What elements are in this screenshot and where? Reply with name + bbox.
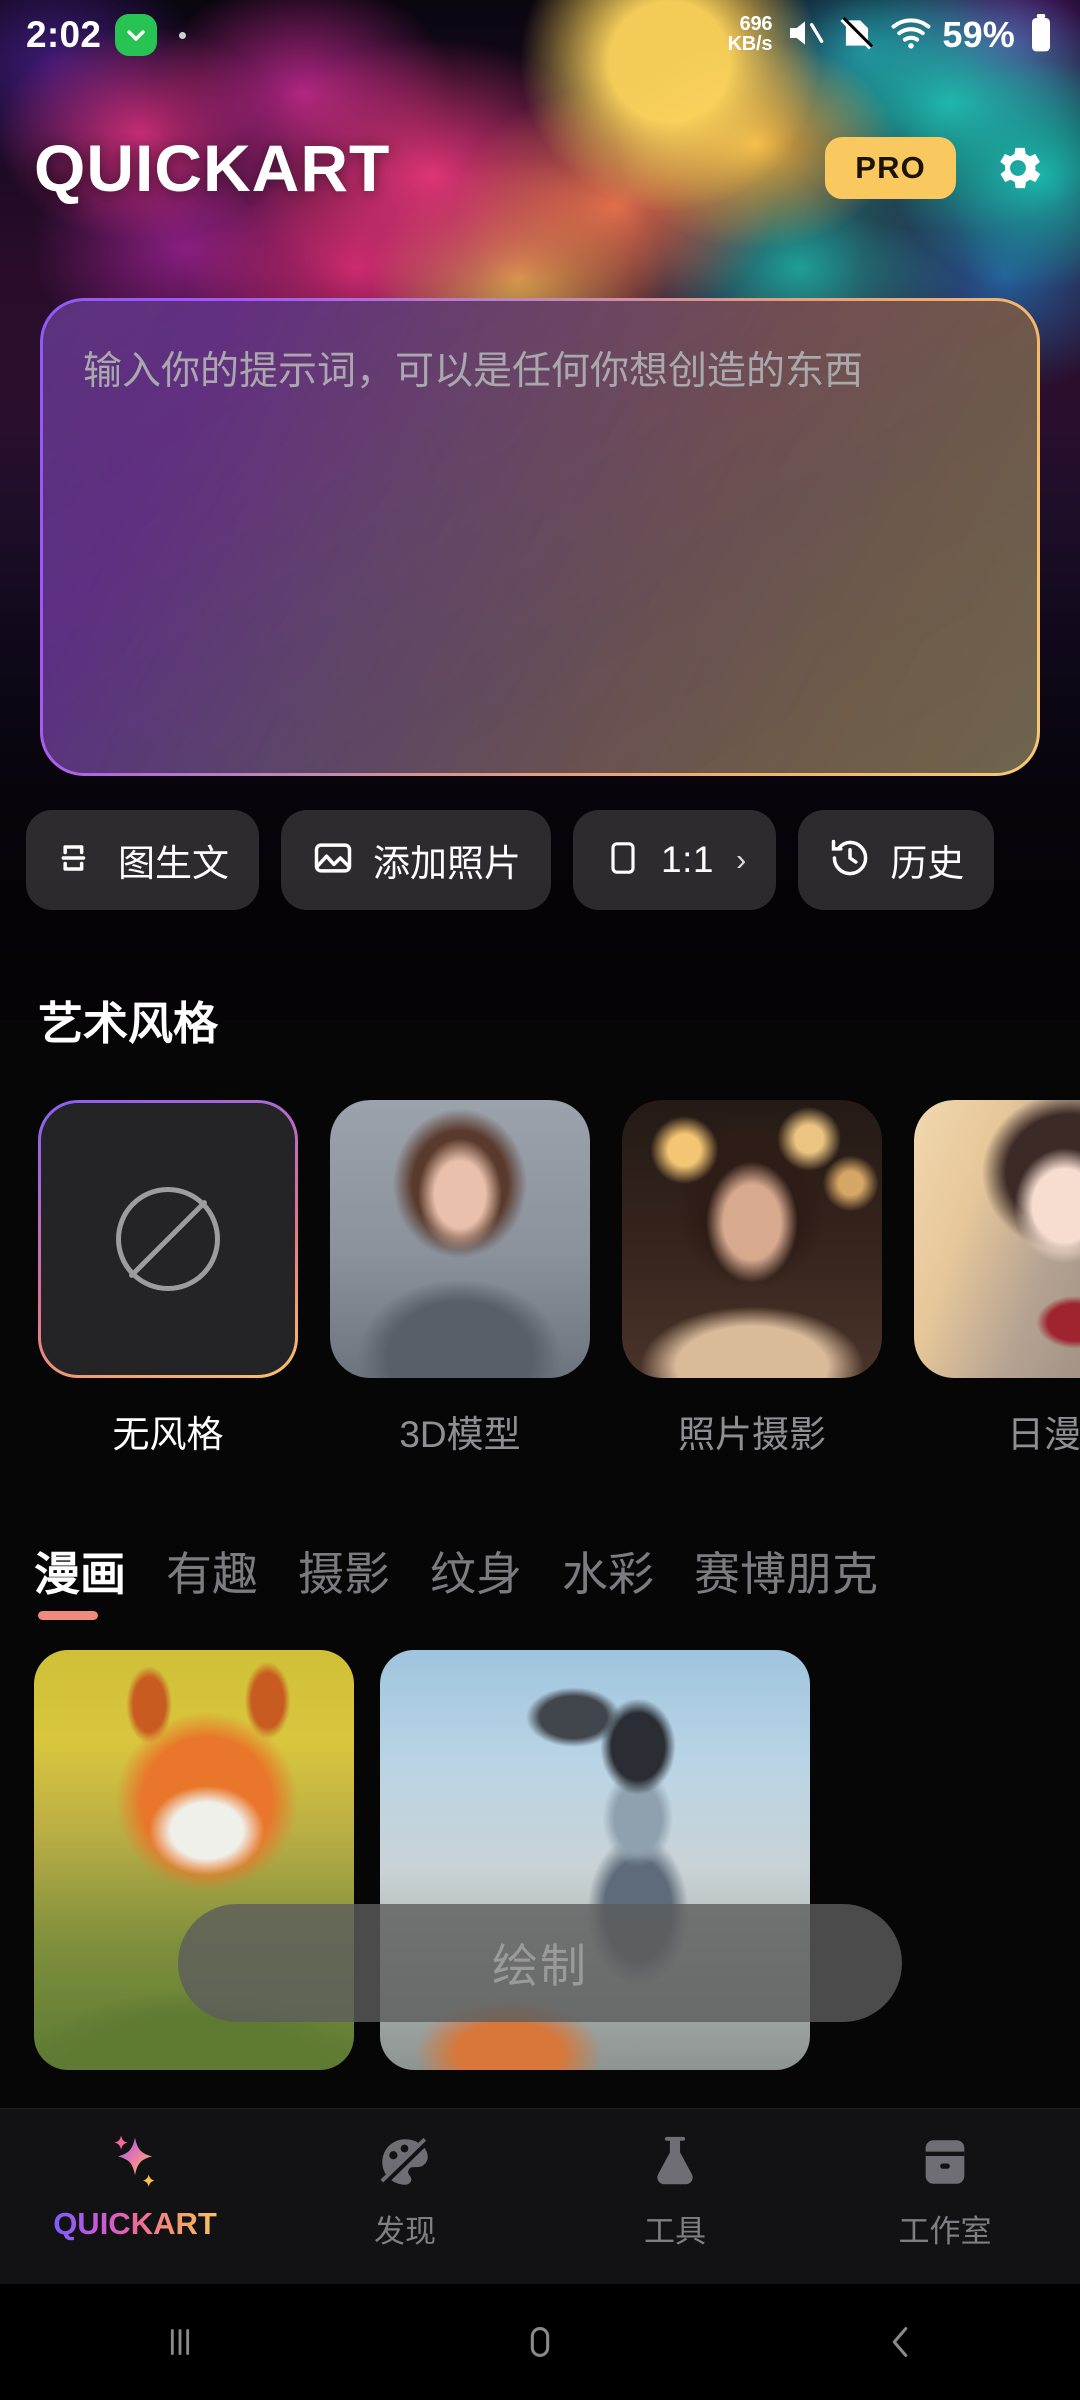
no-style-icon [116,1187,220,1291]
chip-label: 1:1 [661,839,714,880]
tab-label: 水彩 [562,1548,654,1600]
chip-label: 历史 [890,843,965,884]
tab-label: 有趣 [166,1548,258,1600]
nav-item-tools[interactable]: 工具 [540,2131,810,2251]
palette-icon [374,2131,436,2193]
style-item-no-style[interactable]: 无风格 [38,1100,298,1458]
battery-icon [1028,13,1054,58]
style-thumbnail[interactable] [622,1100,882,1378]
chip-label: 添加照片 [373,843,521,884]
flask-icon [644,2131,706,2193]
tab-active-underline [38,1611,98,1620]
tab-label: 漫画 [34,1548,126,1600]
style-thumbnail-face [41,1103,295,1375]
style-label: 无风格 [112,1414,224,1455]
prompt-action-chip-row: 图生文 添加照片 1:1 › 历史 [26,810,995,910]
app-root: 2:02 696 KB/s 59% QUICKART PRO 输入你的提示词，可… [0,0,1080,2400]
gear-icon[interactable] [990,140,1046,196]
tab-watercolor[interactable]: 水彩 [562,1538,654,1620]
nav-label: 工作室 [898,2214,992,2249]
draw-button[interactable]: 绘制 [178,1904,902,2022]
no-sim-icon [838,14,876,57]
chip-add-photo[interactable]: 添加照片 [281,810,551,910]
history-icon [828,836,872,885]
style-label: 照片摄影 [678,1414,826,1455]
chip-aspect-ratio[interactable]: 1:1 › [573,810,777,910]
bottom-navigation-bar: QUICKART 发现 工具 工作室 [0,2108,1080,2284]
style-label: 日漫 [1007,1414,1080,1455]
status-bar-left: 2:02 [26,14,187,56]
nav-label: 发现 [374,2214,436,2249]
tab-photography[interactable]: 摄影 [298,1538,390,1620]
network-speed-unit: KB/s [727,33,773,55]
add-photo-icon [311,836,355,885]
tab-fun[interactable]: 有趣 [166,1538,258,1620]
style-thumbnail-face [914,1100,1080,1378]
art-style-list: 无风格 3D模型 照片摄影 日漫 [38,1100,1080,1458]
style-thumbnail[interactable] [330,1100,590,1378]
nav-item-studio[interactable]: 工作室 [810,2131,1080,2251]
nav-item-discover[interactable]: 发现 [270,2131,540,2251]
home-icon[interactable] [360,2319,720,2365]
sparkle-icon [104,2131,166,2193]
style-thumbnail[interactable] [38,1100,298,1378]
style-item-3d-model[interactable]: 3D模型 [330,1100,590,1458]
art-style-section-title: 艺术风格 [38,998,219,1049]
style-item-photography[interactable]: 照片摄影 [622,1100,882,1458]
category-tab-bar: 漫画 有趣 摄影 纹身 水彩 赛博朋克 [34,1538,878,1620]
volume-mute-icon [785,13,825,58]
status-bar-right: 696 KB/s 59% [728,11,1054,60]
style-item-anime[interactable]: 日漫 [914,1100,1080,1458]
style-thumbnail-face [330,1100,590,1378]
back-icon[interactable] [720,2319,1080,2365]
chevron-right-icon: › [735,842,747,877]
briefcase-icon [914,2131,976,2193]
wifi-icon [889,11,933,60]
tab-tattoo[interactable]: 纹身 [430,1538,522,1620]
status-bar: 2:02 696 KB/s 59% [0,0,1080,70]
pro-upgrade-button[interactable]: PRO [825,136,956,199]
prompt-placeholder: 输入你的提示词，可以是任何你想创造的东西 [83,350,864,393]
chip-history[interactable]: 历史 [798,810,995,910]
chip-label: 图生文 [118,843,229,884]
tab-label: 摄影 [298,1548,390,1600]
prompt-input-surface[interactable]: 输入你的提示词，可以是任何你想创造的东西 [43,301,1037,773]
aspect-ratio-icon [603,838,643,883]
network-speed: 696 KB/s [728,15,773,54]
tab-label: 纹身 [430,1548,522,1600]
image-to-text-icon [56,836,100,885]
chip-image-to-text[interactable]: 图生文 [26,810,259,910]
system-navigation-bar [0,2284,1080,2400]
style-label: 3D模型 [399,1414,521,1455]
status-time: 2:02 [26,14,102,55]
tab-cyberpunk[interactable]: 赛博朋克 [694,1538,878,1620]
battery-percent: 59% [942,14,1015,55]
prompt-input-container[interactable]: 输入你的提示词，可以是任何你想创造的东西 [40,298,1040,776]
recents-icon[interactable] [0,2319,360,2365]
style-thumbnail-face [622,1100,882,1378]
app-header: QUICKART PRO [0,110,1080,225]
style-thumbnail[interactable] [914,1100,1080,1378]
nav-item-quickart[interactable]: QUICKART [0,2131,270,2242]
draw-button-label: 绘制 [492,1940,588,1992]
tab-label: 赛博朋克 [694,1548,878,1600]
nav-label: 工具 [644,2214,706,2249]
app-title: QUICKART [34,130,391,205]
notification-dot [179,31,187,39]
download-chevron-icon [115,14,158,56]
tab-manga[interactable]: 漫画 [34,1538,126,1620]
nav-label: QUICKART [53,2206,217,2241]
header-actions: PRO [825,136,1046,199]
